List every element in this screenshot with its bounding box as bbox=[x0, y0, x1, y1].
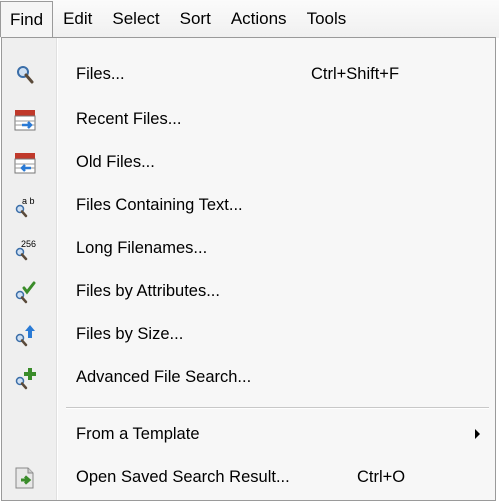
menu-item-label: Files by Size... bbox=[76, 324, 184, 343]
menu-item-label: Advanced File Search... bbox=[76, 367, 252, 386]
submenu-arrow-icon bbox=[475, 429, 480, 439]
size-icon bbox=[13, 323, 37, 347]
menu-item-label: Recent Files... bbox=[76, 109, 182, 128]
attributes-icon bbox=[13, 280, 37, 304]
icon-text-abc: a b c bbox=[22, 196, 37, 206]
menu-item-old-files[interactable]: Old Files... bbox=[3, 144, 494, 180]
menu-item-label: Open Saved Search Result... bbox=[76, 467, 290, 486]
menu-item-advanced-file-search[interactable]: Advanced File Search... bbox=[3, 359, 494, 395]
menu-item-label: From a Template bbox=[76, 424, 200, 443]
long-filenames-icon: 256 bbox=[13, 237, 37, 261]
menu-item-files-containing-text[interactable]: a b c Files Containing Text... bbox=[3, 187, 494, 223]
recent-files-icon bbox=[13, 108, 37, 132]
menu-bar: Find Edit Select Sort Actions Tools bbox=[0, 0, 499, 38]
menu-item-label: Old Files... bbox=[76, 152, 155, 171]
menu-edit[interactable]: Edit bbox=[53, 1, 102, 37]
containing-text-icon: a b c bbox=[13, 194, 42, 218]
menu-item-label: Files by Attributes... bbox=[76, 281, 220, 300]
menu-item-shortcut: Ctrl+O bbox=[357, 467, 406, 486]
menu-select[interactable]: Select bbox=[102, 1, 169, 37]
menu-item-from-a-template[interactable]: From a Template bbox=[3, 416, 494, 452]
menu-find[interactable]: Find bbox=[0, 1, 54, 37]
menu-item-label: Files Containing Text... bbox=[76, 195, 243, 214]
menu-item-open-saved-search-result[interactable]: Open Saved Search Result... Ctrl+O bbox=[3, 459, 494, 495]
old-files-icon bbox=[13, 151, 37, 175]
menu-item-long-filenames[interactable]: 256 Long Filenames... bbox=[3, 230, 494, 266]
menu-item-label: Files... bbox=[76, 64, 125, 83]
menu-item-files-by-attributes[interactable]: Files by Attributes... bbox=[3, 273, 494, 309]
find-dropdown-menu: Files... Ctrl+Shift+F Recent Files... Ol… bbox=[1, 37, 496, 501]
open-saved-result-icon bbox=[13, 466, 37, 490]
menu-separator bbox=[66, 407, 489, 409]
menu-item-shortcut: Ctrl+Shift+F bbox=[311, 64, 400, 83]
menu-sort[interactable]: Sort bbox=[170, 1, 221, 37]
icon-text-256: 256 bbox=[21, 239, 36, 249]
menu-item-files[interactable]: Files... Ctrl+Shift+F bbox=[3, 56, 494, 92]
advanced-search-icon bbox=[13, 366, 37, 390]
search-files-icon bbox=[13, 63, 37, 87]
menu-item-label: Long Filenames... bbox=[76, 238, 208, 257]
menu-tools[interactable]: Tools bbox=[297, 1, 357, 37]
menu-item-files-by-size[interactable]: Files by Size... bbox=[3, 316, 494, 352]
menu-item-recent-files[interactable]: Recent Files... bbox=[3, 101, 494, 137]
menu-actions[interactable]: Actions bbox=[221, 1, 297, 37]
